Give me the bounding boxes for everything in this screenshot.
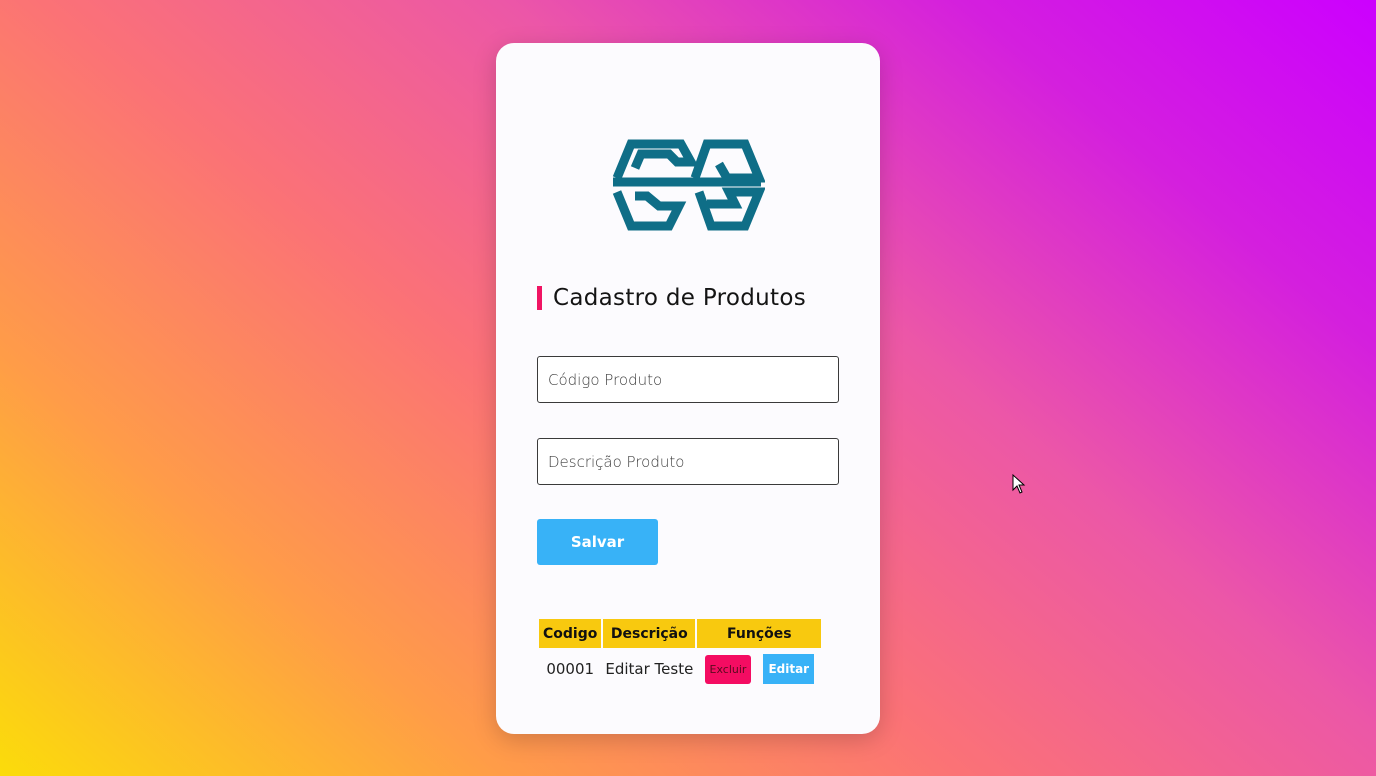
product-form-card: Cadastro de Produtos Salvar Codigo Descr… bbox=[496, 43, 880, 734]
logo-icon bbox=[612, 139, 765, 231]
table-header-row: Codigo Descrição Funções bbox=[539, 619, 822, 648]
save-button[interactable]: Salvar bbox=[537, 519, 658, 565]
header-funcoes: Funções bbox=[697, 619, 822, 648]
table-row: 00001 Editar Teste Excluir Editar bbox=[539, 650, 821, 688]
delete-button[interactable]: Excluir bbox=[704, 655, 752, 684]
header-codigo: Codigo bbox=[539, 619, 602, 648]
row-code: 00001 bbox=[546, 660, 595, 678]
row-description: Editar Teste bbox=[605, 660, 694, 678]
form-title-wrap: Cadastro de Produtos bbox=[537, 283, 806, 313]
mouse-pointer-icon bbox=[1012, 474, 1026, 494]
row-actions: Excluir Editar bbox=[697, 650, 821, 688]
product-code-input[interactable] bbox=[537, 356, 839, 403]
header-descricao: Descrição bbox=[603, 619, 696, 648]
edit-button[interactable]: Editar bbox=[763, 654, 815, 684]
products-table: Codigo Descrição Funções 00001 Editar Te… bbox=[537, 617, 823, 690]
page-title: Cadastro de Produtos bbox=[553, 285, 806, 311]
title-accent-bar bbox=[537, 286, 542, 310]
product-description-input[interactable] bbox=[537, 438, 839, 485]
